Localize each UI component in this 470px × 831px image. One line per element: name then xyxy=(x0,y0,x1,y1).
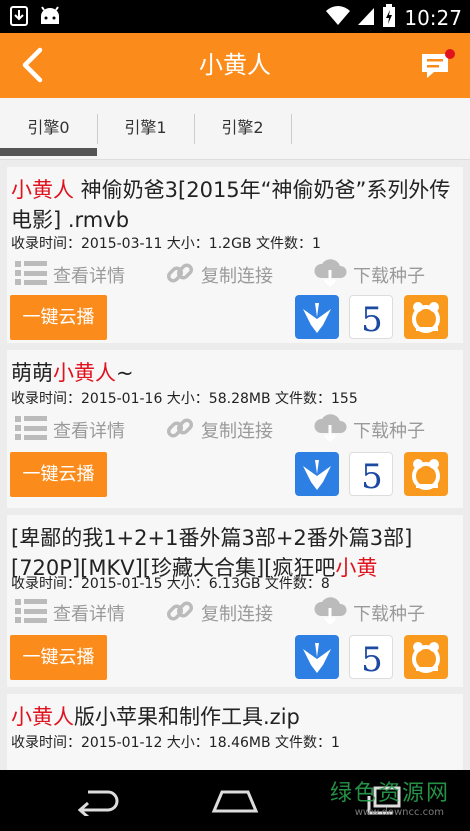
download-seed-label: 下载种子 xyxy=(353,266,425,287)
item-title-text: ~ xyxy=(116,361,134,385)
tab-divider xyxy=(291,114,292,144)
item-meta: 收录时间：2015-01-12 大小：18.46MB 文件数：1 xyxy=(11,735,340,751)
download-icon xyxy=(10,6,28,30)
link-icon xyxy=(165,413,195,448)
view-detail-button[interactable]: 查看详情 xyxy=(15,257,125,293)
page-title: 小黄人 xyxy=(199,51,271,79)
nav-back-icon[interactable] xyxy=(74,786,122,820)
view-detail-label: 查看详情 xyxy=(53,604,125,625)
xunlei-icon[interactable] xyxy=(295,635,339,679)
item-actions: 查看详情 复制连接 下载种子 xyxy=(7,412,463,448)
view-detail-button[interactable]: 查看详情 xyxy=(15,412,125,448)
download-seed-button[interactable]: 下载种子 xyxy=(313,412,425,448)
baidu-5-icon[interactable]: 5 xyxy=(349,452,393,497)
xunlei-icon[interactable] xyxy=(295,452,339,496)
cloud-download-icon xyxy=(313,258,347,293)
xunlei-icon[interactable] xyxy=(295,295,339,339)
cloud-download-icon xyxy=(313,413,347,448)
watermark: 绿色资源网 xyxy=(329,781,450,806)
item-actions: 查看详情 复制连接 下载种子 xyxy=(7,257,463,293)
list-icon xyxy=(15,259,47,292)
cloud-download-icon xyxy=(313,596,347,631)
tab-indicator xyxy=(0,148,97,156)
nav-home-icon[interactable] xyxy=(210,788,260,818)
view-detail-label: 查看详情 xyxy=(53,421,125,442)
link-icon xyxy=(165,596,195,631)
status-time: 10:27 xyxy=(404,6,462,30)
item-title-text: 萌萌 xyxy=(11,361,53,385)
app-header: 小黄人 xyxy=(0,33,470,98)
wifi-icon xyxy=(326,6,351,30)
watermark-url: www.downcc.com xyxy=(354,807,444,818)
list-item: 萌萌小黄人~ 收录时间：2015-01-16 大小：58.28MB 文件数：15… xyxy=(7,350,463,508)
item-meta: 收录时间：2015-01-16 大小：58.28MB 文件数：155 xyxy=(11,391,358,407)
list-item: 小黄人版小苹果和制作工具.zip 收录时间：2015-01-12 大小：18.4… xyxy=(7,694,463,770)
item-title-highlight: 小黄人 xyxy=(11,178,74,202)
svg-text:5: 5 xyxy=(361,457,383,497)
item-title-text: 版小苹果和制作工具.zip xyxy=(74,705,300,729)
battery-icon xyxy=(382,4,396,32)
copy-link-button[interactable]: 复制连接 xyxy=(165,412,273,448)
view-detail-label: 查看详情 xyxy=(53,266,125,287)
view-detail-button[interactable]: 查看详情 xyxy=(15,595,125,631)
item-title-highlight: 小黄 xyxy=(335,556,378,580)
list-icon xyxy=(15,414,47,447)
item-title[interactable]: 小黄人版小苹果和制作工具.zip xyxy=(11,702,459,732)
tab-engine-2[interactable]: 引擎2 xyxy=(194,98,291,156)
uc-icon[interactable] xyxy=(404,452,448,496)
signal-icon xyxy=(358,6,375,30)
cloud-play-button[interactable]: 一键云播 xyxy=(10,295,107,340)
copy-link-button[interactable]: 复制连接 xyxy=(165,257,273,293)
download-seed-button[interactable]: 下载种子 xyxy=(313,257,425,293)
download-seed-label: 下载种子 xyxy=(353,604,425,625)
item-title-highlight: 小黄人 xyxy=(11,705,74,729)
baidu-5-icon[interactable]: 5 xyxy=(349,635,393,680)
status-bar: 10:27 xyxy=(0,0,470,33)
item-meta: 收录时间：2015-01-15 大小：6.13GB 文件数：8 xyxy=(11,576,330,592)
list-item: 小黄人 神偷奶爸3[2015年“神偷奶爸”系列外传电影] .rmvb 收录时间：… xyxy=(7,167,463,343)
cloud-play-button[interactable]: 一键云播 xyxy=(10,452,107,497)
message-icon xyxy=(420,49,456,88)
copy-link-button[interactable]: 复制连接 xyxy=(165,595,273,631)
item-title-text: 神偷奶爸3[2015年“神偷奶爸”系列外传电影] .rmvb xyxy=(11,178,451,232)
item-title[interactable]: 萌萌小黄人~ xyxy=(11,358,459,388)
baidu-5-icon[interactable]: 5 xyxy=(349,295,393,340)
uc-icon[interactable] xyxy=(404,635,448,679)
message-button[interactable] xyxy=(420,48,456,84)
item-title-highlight: 小黄人 xyxy=(53,361,116,385)
copy-link-label: 复制连接 xyxy=(201,604,273,625)
link-icon xyxy=(165,258,195,293)
copy-link-label: 复制连接 xyxy=(201,266,273,287)
cloud-play-button[interactable]: 一键云播 xyxy=(10,635,107,680)
item-actions: 查看详情 复制连接 下载种子 xyxy=(7,595,463,631)
list-icon xyxy=(15,597,47,630)
svg-text:5: 5 xyxy=(361,640,383,680)
uc-icon[interactable] xyxy=(404,295,448,339)
tab-engine-1[interactable]: 引擎1 xyxy=(97,98,194,156)
list-item: [卑鄙的我1+2+1番外篇3部+2番外篇3部][720P][MKV][珍藏大合集… xyxy=(7,515,463,687)
download-seed-label: 下载种子 xyxy=(353,421,425,442)
android-icon xyxy=(38,6,62,30)
item-meta: 收录时间：2015-03-11 大小：1.2GB 文件数：1 xyxy=(11,236,321,252)
copy-link-label: 复制连接 xyxy=(201,421,273,442)
svg-text:5: 5 xyxy=(361,300,383,340)
download-seed-button[interactable]: 下载种子 xyxy=(313,595,425,631)
item-title[interactable]: 小黄人 神偷奶爸3[2015年“神偷奶爸”系列外传电影] .rmvb xyxy=(11,175,459,235)
